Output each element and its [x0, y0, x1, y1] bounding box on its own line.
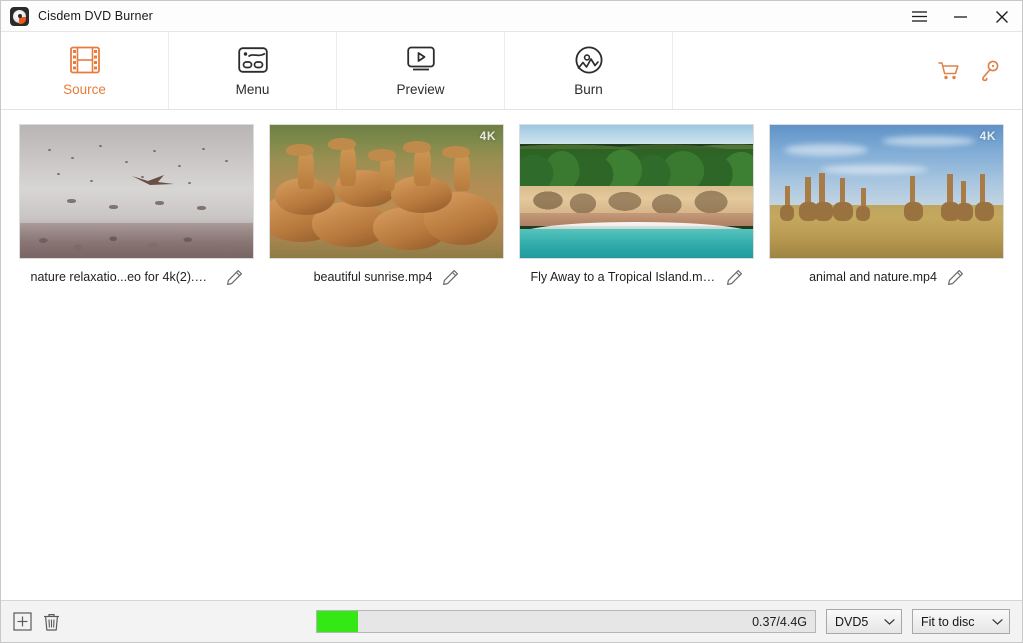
close-icon[interactable] — [981, 1, 1022, 32]
fit-mode-value: Fit to disc — [921, 615, 984, 629]
file-grid: nature relaxatio...eo for 4k(2).mp4 — [1, 124, 1022, 295]
shopping-cart-icon[interactable] — [938, 61, 960, 81]
pencil-icon[interactable] — [226, 269, 243, 286]
thumbnail-image-beach — [520, 125, 753, 258]
trash-icon[interactable] — [42, 612, 61, 632]
file-card[interactable]: nature relaxatio...eo for 4k(2).mp4 — [19, 124, 254, 295]
main-tab-bar: Source Menu Pr — [1, 32, 1022, 110]
file-name: animal and nature.mp4 — [809, 270, 937, 284]
file-card[interactable]: Fly Away to a Tropical Island.mp4 — [519, 124, 754, 295]
file-caption: animal and nature.mp4 — [769, 259, 1004, 295]
thumbnail-image-giraffes — [770, 125, 1003, 258]
add-plus-box-icon[interactable] — [13, 612, 32, 631]
tab-menu-label: Menu — [236, 82, 270, 97]
tab-burn[interactable]: Burn — [505, 32, 673, 109]
chevron-down-icon — [992, 618, 1003, 626]
key-icon[interactable] — [980, 60, 1000, 82]
thumbnail-image-birds — [20, 125, 253, 258]
pencil-icon[interactable] — [726, 269, 743, 286]
flying-bird — [130, 173, 176, 189]
tab-burn-label: Burn — [574, 82, 603, 97]
progress-fill — [317, 611, 358, 632]
menu-card-icon — [238, 45, 268, 75]
tab-menu[interactable]: Menu — [169, 32, 337, 109]
toolbar-right — [938, 32, 1022, 109]
chevron-down-icon — [884, 618, 895, 626]
file-caption: nature relaxatio...eo for 4k(2).mp4 — [19, 259, 254, 295]
file-caption: Fly Away to a Tropical Island.mp4 — [519, 259, 754, 295]
dvd-disc-icon — [10, 7, 29, 26]
title-bar: Cisdem DVD Burner — [1, 1, 1022, 32]
file-name: nature relaxatio...eo for 4k(2).mp4 — [31, 270, 216, 284]
disc-type-select[interactable]: DVD5 — [826, 609, 902, 634]
badge-4k: 4K — [980, 129, 996, 143]
tab-bar-spacer — [673, 32, 938, 109]
window-controls — [899, 1, 1022, 32]
window-title: Cisdem DVD Burner — [38, 9, 153, 23]
fit-mode-select[interactable]: Fit to disc — [912, 609, 1010, 634]
tab-source-label: Source — [63, 82, 106, 97]
file-card[interactable]: 4K animal and nature.mp4 — [769, 124, 1004, 295]
ocean-layer — [520, 229, 753, 258]
minimize-icon[interactable] — [940, 1, 981, 32]
monitor-play-icon — [407, 45, 435, 75]
file-caption: beautiful sunrise.mp4 — [269, 259, 504, 295]
file-name: Fly Away to a Tropical Island.mp4 — [531, 270, 716, 284]
tab-source[interactable]: Source — [1, 32, 169, 109]
capacity-label: 0.37/4.4G — [752, 615, 807, 629]
film-strip-icon — [70, 45, 100, 75]
source-file-grid-area: nature relaxatio...eo for 4k(2).mp4 — [1, 110, 1022, 600]
badge-4k: 4K — [480, 129, 496, 143]
disc-hole — [18, 14, 22, 18]
file-thumbnail[interactable] — [519, 124, 754, 259]
disc-capacity-progress-bar: 0.37/4.4G — [316, 610, 816, 633]
tab-preview[interactable]: Preview — [337, 32, 505, 109]
pencil-icon[interactable] — [442, 269, 459, 286]
bird-flock-foreground — [20, 223, 253, 258]
hamburger-menu-icon[interactable] — [899, 1, 940, 32]
file-thumbnail[interactable]: 4K — [269, 124, 504, 259]
thumbnail-image-impalas — [270, 125, 503, 258]
app-window: Cisdem DVD Burner — [0, 0, 1023, 643]
bottom-status-bar: 0.37/4.4G DVD5 Fit to disc — [1, 600, 1022, 642]
pencil-icon[interactable] — [947, 269, 964, 286]
file-card[interactable]: 4K beautiful sunrise.mp4 — [269, 124, 504, 295]
disc-type-value: DVD5 — [835, 615, 876, 629]
tab-preview-label: Preview — [396, 82, 444, 97]
file-thumbnail[interactable] — [19, 124, 254, 259]
burn-disc-icon — [575, 45, 603, 75]
file-name: beautiful sunrise.mp4 — [314, 270, 433, 284]
file-thumbnail[interactable]: 4K — [769, 124, 1004, 259]
